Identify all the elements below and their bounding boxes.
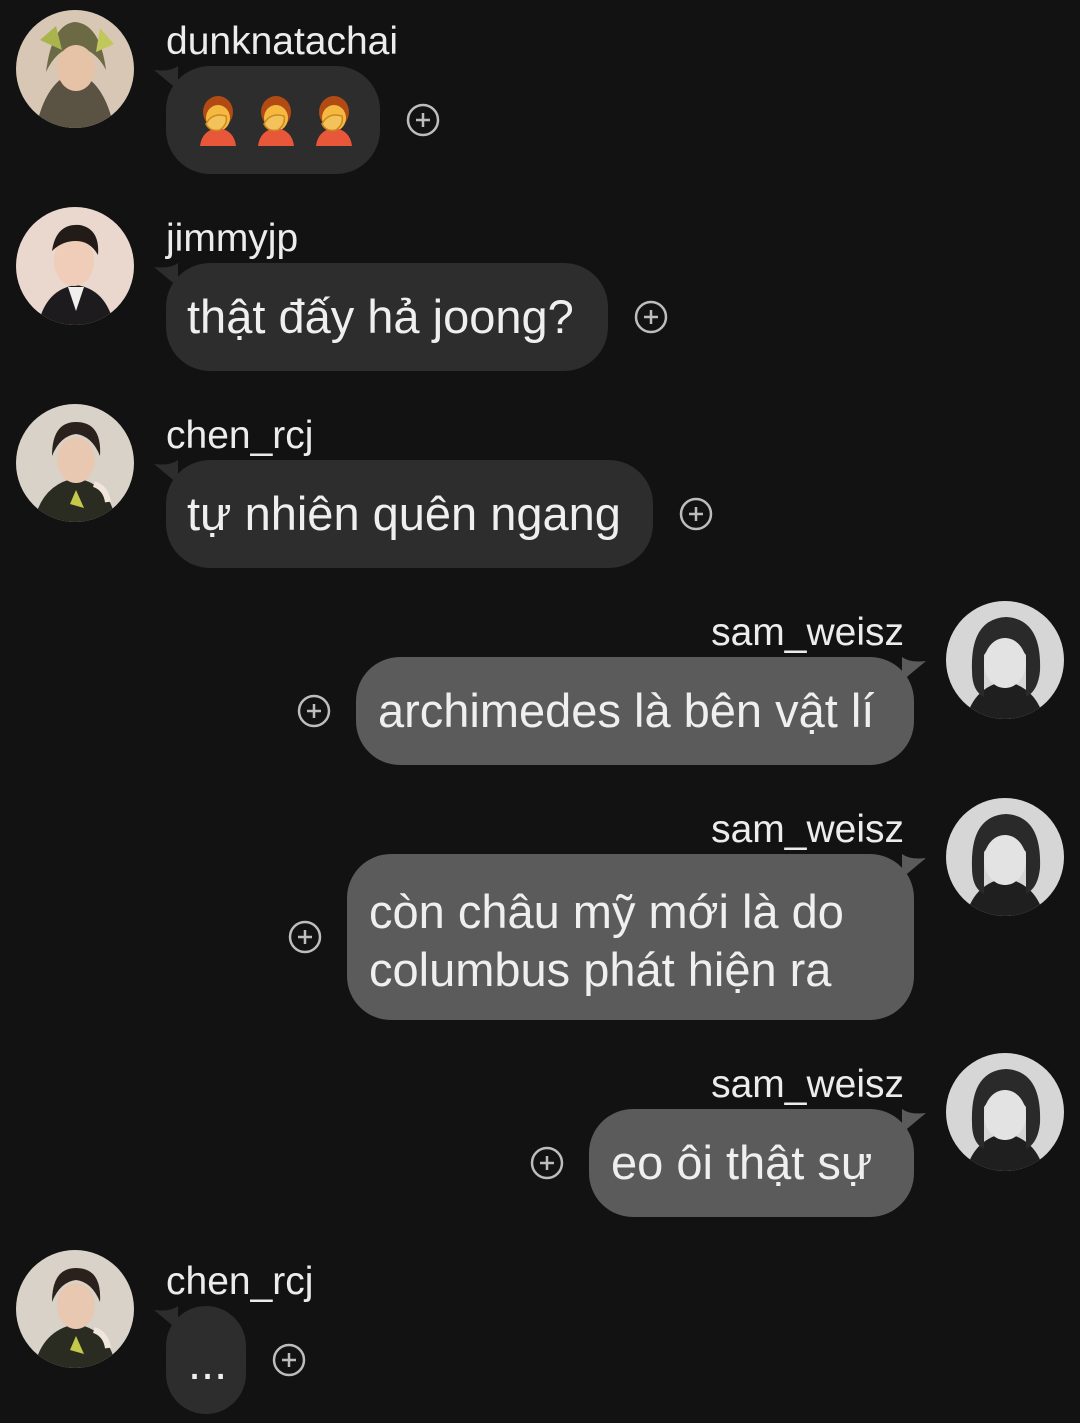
message-bubble[interactable]: còn châu mỹ mới là do columbus phát hiện… [347,854,914,1020]
avatar[interactable] [946,1053,1064,1171]
avatar[interactable] [16,207,134,325]
message-text: thật đấy hả joong? [187,290,574,343]
username: jimmyjp [166,217,299,260]
message-bubble[interactable]: eo ôi thật sự [589,1109,914,1217]
avatar[interactable] [16,404,134,522]
facepalm-emoji-icon [258,96,294,146]
add-reaction-icon[interactable] [272,1343,306,1377]
username: chen_rcj [166,1260,314,1303]
facepalm-emoji-icon [316,96,352,146]
message-text: archimedes là bên vật lí [378,684,875,737]
username: sam_weisz [711,611,904,654]
username: sam_weisz [711,808,904,851]
add-reaction-icon[interactable] [634,300,668,334]
message-bubble[interactable]: tự nhiên quên ngang [166,460,653,568]
username: chen_rcj [166,414,314,457]
message-text: ... [188,1336,228,1389]
message-text-line: columbus phát hiện ra [369,943,832,996]
add-reaction-icon[interactable] [297,694,331,728]
avatar[interactable] [946,601,1064,719]
add-reaction-icon[interactable] [679,497,713,531]
facepalm-emoji-icon [200,96,236,146]
message-text: eo ôi thật sự [611,1136,873,1189]
username: sam_weisz [711,1063,904,1106]
emoji-row [166,66,380,174]
message-bubble[interactable]: ... [166,1306,246,1414]
message-bubble[interactable]: thật đấy hả joong? [166,263,608,371]
add-reaction-icon[interactable] [406,103,440,137]
avatar[interactable] [16,1250,134,1368]
message-text-line: còn châu mỹ mới là do [369,885,844,938]
message-text: tự nhiên quên ngang [187,487,621,540]
add-reaction-icon[interactable] [288,920,322,954]
message-bubble[interactable]: archimedes là bên vật lí [356,657,914,765]
username: dunknatachai [166,20,399,63]
add-reaction-icon[interactable] [530,1146,564,1180]
message-bubble[interactable] [166,66,380,174]
avatar[interactable] [946,798,1064,916]
avatar[interactable] [16,10,134,128]
